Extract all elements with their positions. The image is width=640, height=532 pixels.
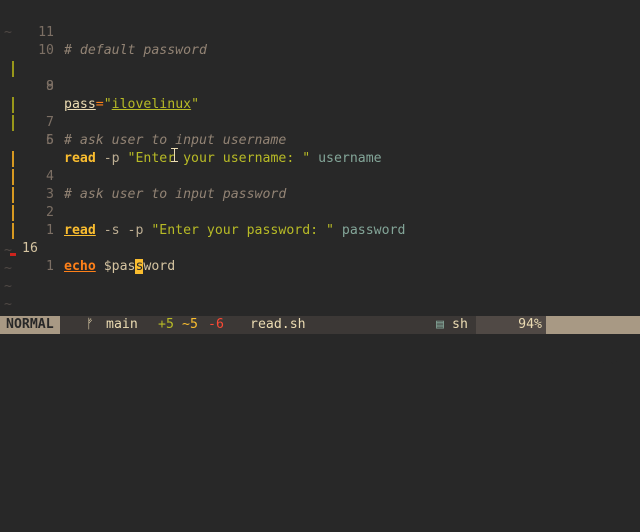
empty-line: ~ bbox=[0, 242, 640, 260]
tilde-marker: ~ bbox=[4, 297, 12, 312]
git-changed-count: ~5 bbox=[182, 317, 198, 332]
mode-indicator: NORMAL bbox=[0, 316, 60, 334]
code-line[interactable]: 1 bbox=[0, 222, 640, 274]
command-line[interactable] bbox=[0, 334, 640, 360]
code-line[interactable]: 7 # ask user to input username bbox=[0, 78, 640, 148]
tilde-marker: ~ bbox=[4, 243, 12, 258]
code-line[interactable]: 4 # ask user to input password bbox=[0, 132, 640, 202]
git-branch: main bbox=[106, 317, 138, 332]
mouse-ibeam-icon bbox=[171, 148, 178, 162]
code-line[interactable]: 8 bbox=[0, 60, 640, 94]
filetype-icon: ▤ bbox=[436, 317, 444, 332]
code-line[interactable]: 10 bbox=[0, 24, 640, 58]
git-branch-icon: ᚠ bbox=[86, 317, 94, 332]
empty-line: ~ bbox=[0, 260, 640, 278]
file-type: sh bbox=[452, 317, 468, 332]
code-line-current[interactable]: 16 echo $password bbox=[0, 204, 640, 274]
scroll-percent: 94% bbox=[476, 316, 546, 334]
tilde-marker: ~ bbox=[4, 279, 12, 294]
empty-line: ~ bbox=[0, 296, 640, 314]
git-removed-count: -6 bbox=[208, 317, 224, 332]
tilde-marker: ~ bbox=[4, 261, 12, 276]
git-added-count: +5 bbox=[158, 317, 174, 332]
empty-line: ~ bbox=[0, 278, 640, 296]
code-line[interactable]: 9 pass="ilovelinux" bbox=[0, 42, 640, 112]
statusline: NORMAL ᚠ main +5 ~5 -6 read.sh ▤ sh 94% … bbox=[0, 316, 640, 368]
file-name: read.sh bbox=[250, 317, 306, 332]
editor-area[interactable]: ~ 11 # default password 10 9 pass="ilove… bbox=[0, 0, 640, 316]
code-line[interactable]: 2 read -s -p "Enter your password: " pas… bbox=[0, 168, 640, 238]
code-line[interactable]: 5 bbox=[0, 114, 640, 148]
cursor-position-box: ␤ 16:10 bbox=[546, 316, 640, 368]
code-line[interactable]: 11 # default password bbox=[0, 6, 640, 58]
code-line[interactable]: 1 bbox=[0, 186, 640, 238]
code-line[interactable]: 3 bbox=[0, 150, 640, 202]
code-line[interactable]: 6 read -p "Enter your username: " userna… bbox=[0, 96, 640, 166]
